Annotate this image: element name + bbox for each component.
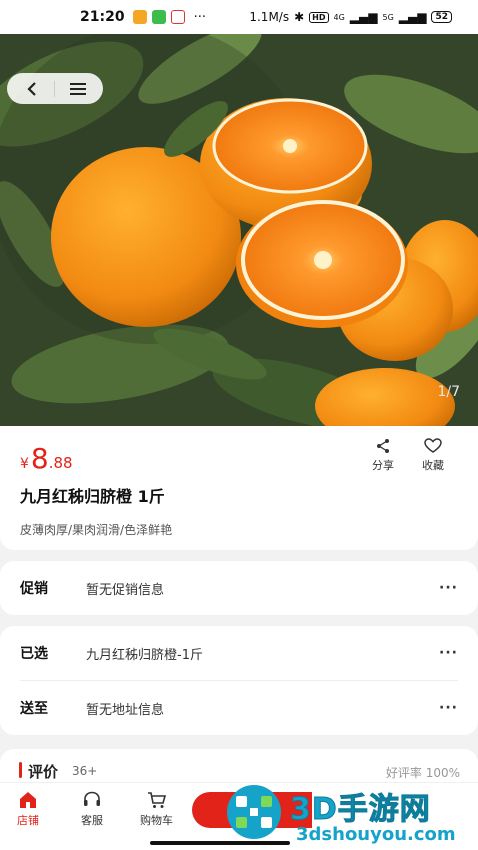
product-image-gallery[interactable]: 1/7 xyxy=(0,34,478,426)
signal-4g-icon: 4G xyxy=(333,12,345,22)
tab-service-label: 客服 xyxy=(81,814,103,827)
product-title: 九月红秭归脐橙 1斤 xyxy=(20,487,165,506)
product-info-card: ¥ 8 .88 分享 收藏 九月红秭归脐橙 1斤 皮薄肉厚/果肉润滑/色泽鲜艳 xyxy=(0,426,478,550)
promo-row[interactable]: 促销 暂无促销信息 ··· xyxy=(0,561,478,615)
watermark: 3D手游网 3dshouyou.com xyxy=(222,780,478,850)
status-bar: 21:20 ··· 1.1M/s ✱ HD 4G ▂▄▆ 5G ▂▄▆ 52 xyxy=(0,0,478,34)
promo-value: 暂无促销信息 xyxy=(86,582,165,598)
tab-cart-label: 购物车 xyxy=(140,814,173,827)
tab-store-label: 店铺 xyxy=(17,814,39,827)
review-count: 36+ xyxy=(72,764,98,778)
product-subtitle: 皮薄肉厚/果肉润滑/色泽鲜艳 xyxy=(20,523,173,537)
favorite-button[interactable]: 收藏 xyxy=(422,438,444,473)
review-rate: 好评率 100% xyxy=(385,766,460,780)
product-price: ¥ 8 .88 xyxy=(20,442,73,475)
share-button[interactable]: 分享 xyxy=(372,438,394,473)
signal-bars-icon: ▂▄▆ xyxy=(398,10,427,24)
watermark-logo-icon xyxy=(227,785,281,839)
home-icon xyxy=(20,792,36,808)
battery-icon: 52 xyxy=(431,11,452,23)
headset-icon xyxy=(84,791,100,806)
section-accent-bar xyxy=(19,762,22,778)
notification-app-icon xyxy=(170,10,185,24)
more-icon[interactable]: ··· xyxy=(439,700,458,716)
heart-icon xyxy=(424,438,442,453)
tab-service[interactable]: 客服 xyxy=(81,791,103,828)
menu-icon[interactable] xyxy=(63,74,93,104)
price-decimal: .88 xyxy=(48,454,73,472)
top-nav-pill xyxy=(7,73,103,104)
tab-cart[interactable]: 购物车 xyxy=(140,791,173,828)
review-label: 评价 xyxy=(28,763,59,781)
favorite-label: 收藏 xyxy=(422,459,444,472)
price-currency: ¥ xyxy=(20,456,29,472)
delivery-row[interactable]: 送至 暂无地址信息 ··· xyxy=(0,681,478,735)
selected-row[interactable]: 已选 九月红秭归脐橙-1斤 ··· xyxy=(0,626,478,680)
cart-icon xyxy=(147,792,166,808)
watermark-url: 3dshouyou.com xyxy=(296,824,456,845)
more-notifications-icon: ··· xyxy=(193,9,206,25)
delivery-value: 暂无地址信息 xyxy=(86,702,165,718)
back-icon[interactable] xyxy=(17,74,47,104)
signal-bars-icon: ▂▄▆ xyxy=(349,10,378,24)
hd-badge: HD xyxy=(309,11,329,23)
bluetooth-icon: ✱ xyxy=(294,10,305,24)
promo-label: 促销 xyxy=(20,581,48,597)
notification-app-icon xyxy=(132,10,147,24)
more-icon[interactable]: ··· xyxy=(439,645,458,661)
options-card: 已选 九月红秭归脐橙-1斤 ··· 送至 暂无地址信息 ··· xyxy=(0,626,478,735)
selected-value: 九月红秭归脐橙-1斤 xyxy=(86,647,203,663)
divider xyxy=(54,80,56,97)
price-integer: 8 xyxy=(30,442,49,475)
image-counter: 1/7 xyxy=(437,384,460,400)
delivery-label: 送至 xyxy=(20,701,48,717)
net-speed: 1.1M/s xyxy=(249,10,290,24)
watermark-title: 3D手游网 xyxy=(290,792,431,828)
promo-card: 促销 暂无促销信息 ··· xyxy=(0,561,478,615)
share-label: 分享 xyxy=(372,459,394,472)
share-icon xyxy=(377,439,389,453)
notification-app-icon xyxy=(151,10,166,24)
selected-label: 已选 xyxy=(20,646,48,662)
signal-5g-icon: 5G xyxy=(382,12,394,22)
status-time: 21:20 xyxy=(80,9,125,25)
tab-store[interactable]: 店铺 xyxy=(17,791,39,828)
more-icon[interactable]: ··· xyxy=(439,580,458,596)
